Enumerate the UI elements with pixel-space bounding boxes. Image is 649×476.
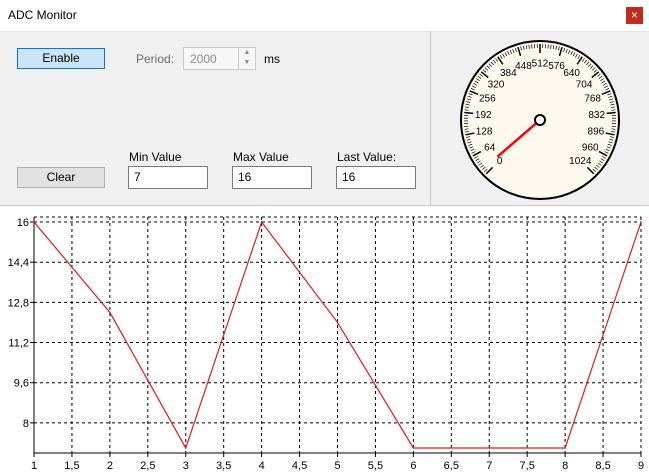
chart-ytick-label: 12,8 <box>8 297 29 309</box>
period-value: 2000 <box>190 52 217 66</box>
chart-ytick-label: 8 <box>23 418 29 430</box>
gauge-tick-label: 960 <box>582 142 599 153</box>
clear-button[interactable]: Clear <box>17 167 105 188</box>
chart-xtick-label: 8 <box>562 460 568 472</box>
adc-gauge: 064128192256320384448 512 5766407047688328… <box>460 40 620 200</box>
close-button[interactable]: × <box>626 7 643 24</box>
chart-data-point <box>109 311 111 314</box>
gauge-tick-label: 320 <box>488 79 505 90</box>
chart-data-point <box>412 447 415 449</box>
chart-background <box>0 206 649 476</box>
app-window: ADC Monitor × Enable Period: 2000 ▲ ▼ ms… <box>0 0 649 476</box>
gauge-major-tick <box>464 111 474 115</box>
chart-ytick-label: 14,4 <box>8 257 29 269</box>
chart-data-point <box>488 447 491 449</box>
chart-xtick-label: 8,5 <box>595 460 610 472</box>
last-value-field[interactable]: 16 <box>336 166 416 189</box>
chart-data-point <box>640 221 642 223</box>
chart-xtick-label: 3,5 <box>216 460 231 472</box>
chart-data-point <box>184 447 187 449</box>
chart-xtick-label: 2 <box>107 460 113 472</box>
title-bar: ADC Monitor × <box>0 0 649 32</box>
chart-xtick-label: 9 <box>638 460 644 472</box>
gauge-tick-label: 768 <box>584 94 601 105</box>
gauge-major-tick <box>606 111 616 115</box>
spin-up-icon[interactable]: ▲ <box>239 48 255 58</box>
enable-button[interactable]: Enable <box>17 48 105 69</box>
max-value-label: Max Value <box>233 150 289 164</box>
chart-xtick-label: 7 <box>486 460 492 472</box>
chart-xtick-label: 4,5 <box>292 460 307 472</box>
chart-data-point <box>564 447 566 449</box>
gauge-tick-label: 832 <box>588 110 605 121</box>
last-value-label: Last Value: <box>337 150 397 164</box>
chart-xtick-label: 4 <box>259 460 265 472</box>
max-value-field[interactable]: 16 <box>232 166 312 189</box>
chart-ytick-label: 9,6 <box>14 378 29 390</box>
gauge-tick-label: 704 <box>576 79 593 90</box>
min-value-field[interactable]: 7 <box>128 166 208 189</box>
chart-data-point <box>336 321 339 324</box>
chart-xtick-label: 6 <box>410 460 416 472</box>
chart-ytick-label: 16 <box>17 217 29 229</box>
chart-xtick-label: 3 <box>183 460 189 472</box>
chart-xtick-label: 5 <box>334 460 340 472</box>
gauge-tick-label: 128 <box>476 127 493 138</box>
gauge-tick-label: 1024 <box>569 156 592 167</box>
period-unit-label: ms <box>264 52 280 66</box>
gauge-tick-label: 256 <box>479 94 496 105</box>
gauge-tick-label: 192 <box>475 110 492 121</box>
chart-xtick-label: 1,5 <box>64 460 79 472</box>
gauge-tick-label: 512 <box>532 59 549 70</box>
chart-xtick-label: 1 <box>31 460 37 472</box>
gauge-tick-label: 640 <box>563 68 580 79</box>
chart-xtick-label: 6,5 <box>444 460 459 472</box>
chart-data-point <box>260 221 263 223</box>
min-value-label: Min Value <box>129 150 182 164</box>
spin-down-icon[interactable]: ▼ <box>239 58 255 68</box>
window-title: ADC Monitor <box>8 8 77 22</box>
gauge-tick-label: 64 <box>484 142 496 153</box>
chart-xtick-label: 2,5 <box>140 460 155 472</box>
chart-xtick-label: 5,5 <box>368 460 383 472</box>
chart-ytick-label: 11,2 <box>8 338 29 350</box>
gauge-hub <box>534 114 546 126</box>
gauge-tick-label: 448 <box>515 61 532 72</box>
adc-chart: 1 1,5 2 2,5 3 3,5 4 4,5 5 5,5 6 6,5 7 7,5 8 8,5 9 8 9,6 11,… <box>0 206 649 476</box>
period-numeric-input[interactable]: 2000 ▲ ▼ <box>183 47 256 70</box>
chart-data-point <box>33 221 35 223</box>
gauge-tick-label: 0 <box>497 156 503 167</box>
chart-xtick-label: 7,5 <box>520 460 535 472</box>
period-spinner[interactable]: ▲ ▼ <box>238 48 255 69</box>
gauge-tick-label: 896 <box>588 127 605 138</box>
period-label: Period: <box>136 52 175 66</box>
